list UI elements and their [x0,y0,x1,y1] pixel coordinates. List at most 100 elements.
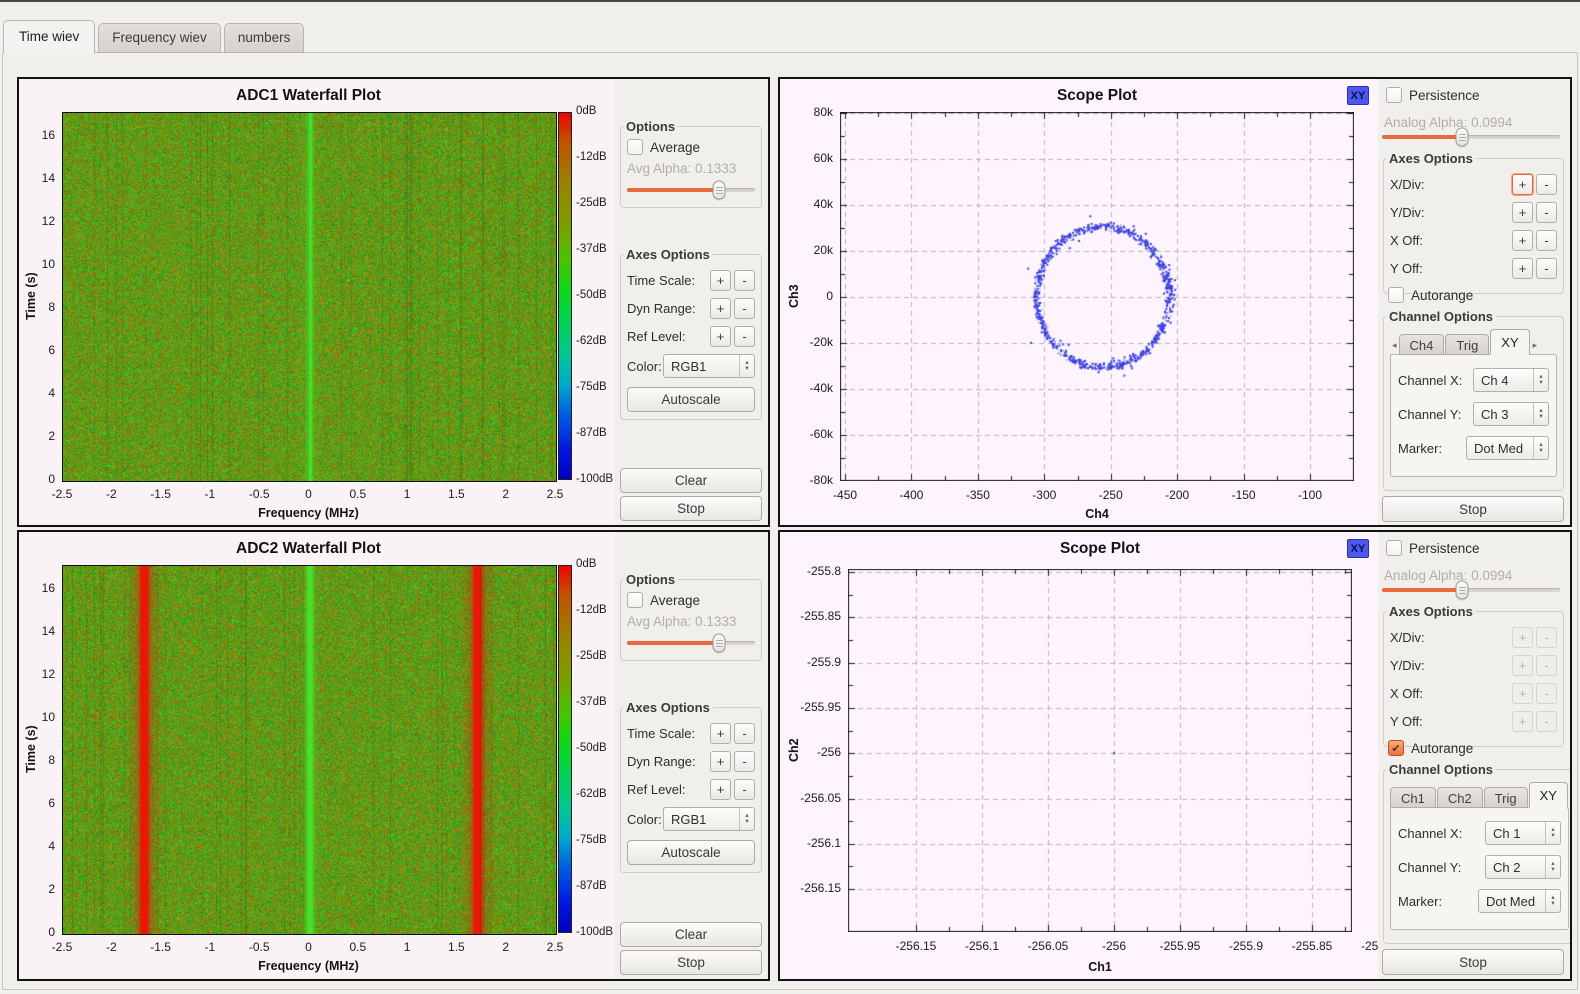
x-tick-label: -350 [966,488,990,502]
channel-tab-ch2[interactable]: Ch2 [1437,787,1483,808]
dyn-range-plus-button[interactable]: + [710,751,731,772]
channel-options-legend: Channel Options [1386,309,1496,324]
spinner-arrows-icon[interactable]: ▴▾ [1533,437,1548,459]
stop-button[interactable]: Stop [620,496,762,521]
color-select[interactable]: RGB1 ▴▾ [663,807,755,831]
channel-tab-xy[interactable]: XY [1490,329,1529,355]
yoff-minus-button[interactable]: - [1536,258,1557,279]
time-scale-minus-button[interactable]: - [734,270,755,291]
marker-select[interactable]: Dot Med ▴▾ [1478,889,1561,913]
xdiv-plus-button[interactable]: + [1512,627,1533,648]
slider-handle[interactable] [713,181,726,200]
yoff-plus-button[interactable]: + [1512,258,1533,279]
time-scale-plus-button[interactable]: + [710,270,731,291]
colorbar-tick-label: -25dB [576,650,607,662]
spinner-arrows-icon[interactable]: ▴▾ [739,355,754,377]
x-tick-label: 2 [502,940,509,954]
xy-mode-badge[interactable]: XY [1347,86,1369,105]
scope-top-x-axis-label: Ch4 [840,507,1354,521]
tab-frequency-view[interactable]: Frequency wiev [98,23,221,53]
channel-tab-xy[interactable]: XY [1529,782,1568,808]
avg-alpha-slider[interactable] [627,180,755,200]
slider-handle[interactable] [1456,581,1469,600]
yoff-plus-button[interactable]: + [1512,711,1533,732]
clear-button[interactable]: Clear [620,468,762,493]
tab-numbers-label: numbers [238,30,291,45]
stop-button[interactable]: Stop [620,950,762,975]
ref-level-minus-button[interactable]: - [734,326,755,347]
colorbar-tick-label: -62dB [576,335,607,347]
persistence-checkbox[interactable]: Persistence [1386,87,1480,103]
time-scale-minus-button[interactable]: - [734,723,755,744]
xdiv-minus-button[interactable]: - [1536,627,1557,648]
autorange-checkbox[interactable]: Autorange [1388,287,1473,303]
ref-level-plus-button[interactable]: + [710,779,731,800]
avg-alpha-slider[interactable] [627,633,755,653]
channel-x-select[interactable]: Ch 4 ▴▾ [1473,368,1549,392]
xoff-plus-button[interactable]: + [1512,230,1533,251]
slider-handle[interactable] [713,634,726,653]
spinner-arrows-icon[interactable]: ▴▾ [1545,822,1560,844]
autoscale-button[interactable]: Autoscale [627,387,755,412]
colorbar-tick-label: -75dB [576,381,607,393]
dyn-range-minus-button[interactable]: - [734,298,755,319]
ref-level-minus-button[interactable]: - [734,779,755,800]
ydiv-minus-button[interactable]: - [1536,202,1557,223]
dyn-range-plus-button[interactable]: + [710,298,731,319]
channel-y-select[interactable]: Ch 2 ▴▾ [1485,855,1561,879]
scope-stop-button[interactable]: Stop [1382,496,1564,522]
avg-alpha-label: Avg Alpha: 0.1333 [627,614,755,629]
adc2-x-axis-label: Frequency (MHz) [62,959,555,973]
analog-alpha-slider[interactable] [1382,580,1560,600]
xdiv-plus-button[interactable]: + [1512,174,1533,195]
axes-options-legend: Axes Options [1386,151,1476,166]
tab-scroll-right-icon[interactable]: ▸ [1531,340,1540,355]
adc1-waterfall-image[interactable] [62,112,557,482]
color-select-value: RGB1 [664,355,739,377]
channel-x-select[interactable]: Ch 1 ▴▾ [1485,821,1561,845]
scope-top-plot-area[interactable] [840,112,1354,481]
x-tick-label: 1 [404,940,411,954]
ref-level-plus-button[interactable]: + [710,326,731,347]
xdiv-minus-button[interactable]: - [1536,174,1557,195]
channel-tab-ch1[interactable]: Ch1 [1390,787,1436,808]
channel-tab-ch4[interactable]: Ch4 [1399,334,1445,355]
spinner-arrows-icon[interactable]: ▴▾ [739,808,754,830]
channel-tab-trig[interactable]: Trig [1484,787,1528,808]
xy-mode-badge[interactable]: XY [1347,539,1369,558]
scope-stop-button[interactable]: Stop [1382,949,1564,975]
spinner-arrows-icon[interactable]: ▴▾ [1533,369,1548,391]
ydiv-minus-button[interactable]: - [1536,655,1557,676]
x-tick-label: 1.5 [448,940,465,954]
dyn-range-minus-button[interactable]: - [734,751,755,772]
time-scale-plus-button[interactable]: + [710,723,731,744]
xoff-minus-button[interactable]: - [1536,683,1557,704]
channel-tab-trig[interactable]: Trig [1445,334,1489,355]
clear-button[interactable]: Clear [620,922,762,947]
spinner-arrows-icon[interactable]: ▴▾ [1545,890,1560,912]
spinner-arrows-icon[interactable]: ▴▾ [1533,403,1548,425]
persistence-checkbox[interactable]: Persistence [1386,540,1480,556]
tab-time-view[interactable]: Time wiev [3,20,95,54]
autorange-checkbox[interactable]: ✔ Autorange [1388,740,1473,756]
tab-scroll-left-icon[interactable]: ◂ [1390,340,1399,355]
ydiv-plus-button[interactable]: + [1512,202,1533,223]
adc2-colorbar [558,565,572,933]
scope-bottom-plot-area[interactable] [848,569,1352,932]
color-select[interactable]: RGB1 ▴▾ [663,354,755,378]
average-checkbox[interactable]: Average [627,139,755,155]
autoscale-button[interactable]: Autoscale [627,840,755,865]
y-tick-label: -256.05 [780,791,841,805]
average-checkbox[interactable]: Average [627,592,755,608]
ydiv-plus-button[interactable]: + [1512,655,1533,676]
analog-alpha-slider[interactable] [1382,127,1560,147]
yoff-minus-button[interactable]: - [1536,711,1557,732]
xoff-plus-button[interactable]: + [1512,683,1533,704]
xoff-minus-button[interactable]: - [1536,230,1557,251]
marker-select[interactable]: Dot Med ▴▾ [1466,436,1549,460]
spinner-arrows-icon[interactable]: ▴▾ [1545,856,1560,878]
adc2-waterfall-image[interactable] [62,565,557,935]
channel-y-select[interactable]: Ch 3 ▴▾ [1473,402,1549,426]
tab-numbers[interactable]: numbers [224,23,305,53]
slider-handle[interactable] [1456,128,1469,147]
